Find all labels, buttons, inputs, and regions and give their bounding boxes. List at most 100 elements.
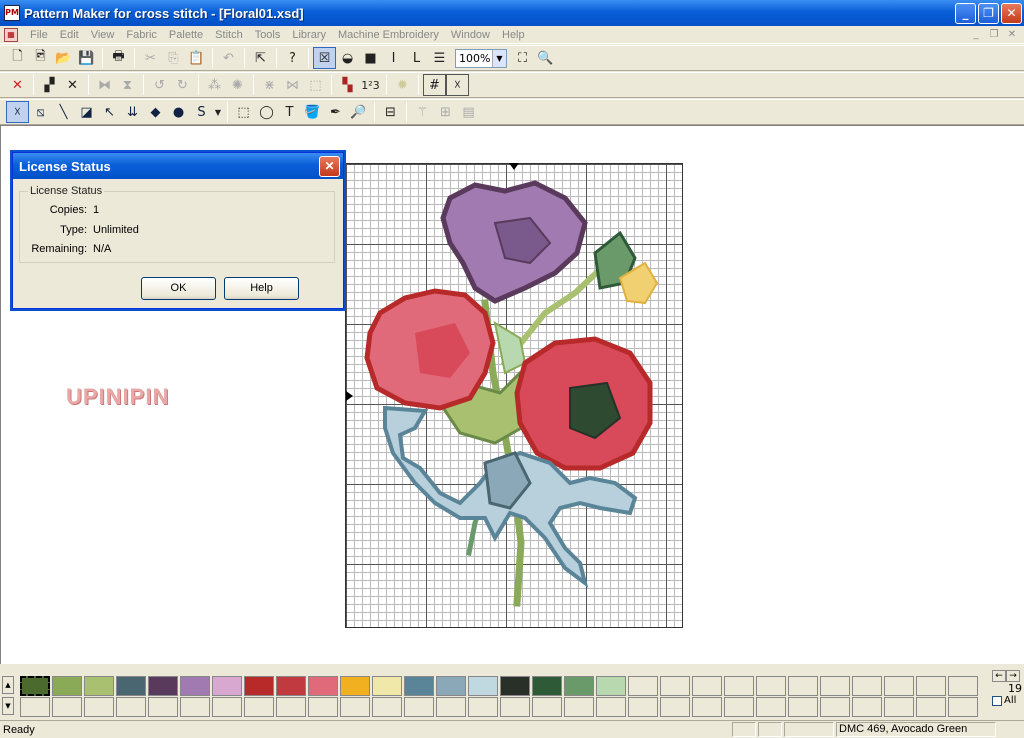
save-icon[interactable]: 💾 — [75, 47, 98, 69]
menu-machine-embroidery[interactable]: Machine Embroidery — [332, 29, 445, 41]
palette-swatch[interactable] — [340, 676, 370, 696]
open-folder-icon[interactable]: 📂 — [52, 47, 75, 69]
palette-swatch[interactable] — [116, 676, 146, 696]
palette-swatch[interactable] — [436, 676, 466, 696]
new-from-image-icon[interactable]: 🖻 — [29, 47, 52, 69]
bead-icon[interactable]: ● — [167, 101, 190, 123]
layers-icon[interactable]: ▤ — [457, 101, 480, 123]
fill-bucket-icon[interactable]: 🪣 — [301, 101, 324, 123]
empty-swatch[interactable] — [628, 676, 658, 696]
outline-icon[interactable]: ⁂ — [203, 74, 226, 96]
list-view-icon[interactable]: ☰ — [428, 47, 451, 69]
empty-swatch[interactable] — [884, 697, 914, 717]
all-checkbox[interactable] — [992, 695, 1002, 706]
empty-swatch[interactable] — [500, 697, 530, 717]
doc-restore-button[interactable]: ❐ — [986, 28, 1002, 42]
empty-swatch[interactable] — [20, 697, 50, 717]
empty-swatch[interactable] — [724, 676, 754, 696]
doc-minimize-button[interactable]: _ — [968, 28, 984, 42]
petite-icon[interactable]: ◆ — [144, 101, 167, 123]
minimize-button[interactable]: _ — [955, 2, 976, 24]
empty-swatch[interactable] — [436, 697, 466, 717]
empty-swatch[interactable] — [724, 697, 754, 717]
palette-swatch[interactable] — [180, 676, 210, 696]
empty-swatch[interactable] — [916, 697, 946, 717]
select-box-icon[interactable]: ⬚ — [304, 74, 327, 96]
menu-window[interactable]: Window — [445, 29, 496, 41]
highlight-icon[interactable]: ✹ — [391, 74, 414, 96]
empty-swatch[interactable] — [628, 697, 658, 717]
three-quarter-stitch-icon[interactable]: ⧅ — [29, 101, 52, 123]
menu-library[interactable]: Library — [286, 29, 332, 41]
line-height-icon[interactable]: L — [405, 47, 428, 69]
palette-swatch[interactable] — [468, 676, 498, 696]
empty-swatch[interactable] — [180, 697, 210, 717]
stitch-replace-icon[interactable]: ✕ — [61, 74, 84, 96]
palette-scroll-up-icon[interactable]: ▲ — [2, 676, 14, 694]
delete-icon[interactable]: ✕ — [6, 74, 29, 96]
palette-swatch[interactable] — [532, 676, 562, 696]
menu-stitch[interactable]: Stitch — [209, 29, 249, 41]
ok-button[interactable]: OK — [141, 277, 216, 300]
rotate-right-icon[interactable]: ↻ — [171, 74, 194, 96]
rotate-left-icon[interactable]: ↺ — [148, 74, 171, 96]
zoom-search-icon[interactable]: 🔍 — [534, 47, 557, 69]
empty-swatch[interactable] — [820, 676, 850, 696]
menu-view[interactable]: View — [85, 29, 121, 41]
palette-swatch[interactable] — [148, 676, 178, 696]
zoom-select[interactable]: 100% ▼ — [455, 48, 507, 68]
menu-edit[interactable]: Edit — [54, 29, 85, 41]
chevron-down-icon[interactable]: ▼ — [492, 49, 506, 67]
dialog-close-button[interactable]: ✕ — [319, 155, 340, 177]
undo-icon[interactable]: ↶ — [217, 47, 240, 69]
empty-swatch[interactable] — [116, 697, 146, 717]
color-replace-icon[interactable]: ▞ — [38, 74, 61, 96]
empty-swatch[interactable] — [820, 697, 850, 717]
symbol-view-icon[interactable]: ◒ — [336, 47, 359, 69]
wand-icon[interactable]: ⚚ — [411, 101, 434, 123]
empty-swatch[interactable] — [404, 697, 434, 717]
grid-icon[interactable]: # — [423, 74, 446, 96]
crop-icon[interactable]: ⋇ — [258, 74, 281, 96]
palette-swatch[interactable] — [404, 676, 434, 696]
palette-swatch[interactable] — [500, 676, 530, 696]
half-stitch-icon[interactable]: ╲ — [52, 101, 75, 123]
menu-tools[interactable]: Tools — [249, 29, 287, 41]
new-file-icon[interactable]: 🗋 — [6, 47, 29, 69]
cross-stitch-toggle-icon[interactable]: ☓ — [446, 74, 469, 96]
empty-swatch[interactable] — [148, 697, 178, 717]
empty-swatch[interactable] — [948, 697, 978, 717]
long-stitch-icon[interactable]: ⇊ — [121, 101, 144, 123]
empty-swatch[interactable] — [852, 676, 882, 696]
mirror-horizontal-icon[interactable]: ⧓ — [93, 74, 116, 96]
empty-swatch[interactable] — [212, 697, 242, 717]
palette-swatch[interactable] — [244, 676, 274, 696]
full-stitch-icon[interactable]: ☓ — [6, 101, 29, 123]
empty-swatch[interactable] — [564, 697, 594, 717]
empty-swatch[interactable] — [532, 697, 562, 717]
chevron-down-icon[interactable]: ▼ — [213, 101, 223, 123]
palette-colors-icon[interactable]: ▚ — [336, 74, 359, 96]
print-icon[interactable]: 🖶 — [107, 47, 130, 69]
empty-swatch[interactable] — [308, 697, 338, 717]
empty-swatch[interactable] — [372, 697, 402, 717]
copy-icon[interactable]: ⎘ — [162, 47, 185, 69]
palette-swatch[interactable] — [20, 676, 50, 696]
palette-swatch[interactable] — [212, 676, 242, 696]
empty-swatch[interactable] — [884, 676, 914, 696]
close-button[interactable]: ✕ — [1001, 2, 1022, 24]
empty-swatch[interactable] — [84, 697, 114, 717]
eyedropper-icon[interactable]: ✒ — [324, 101, 347, 123]
palette-swatch[interactable] — [372, 676, 402, 696]
zoom-fit-icon[interactable]: ⛶ — [511, 47, 534, 69]
empty-swatch[interactable] — [52, 697, 82, 717]
maximize-button[interactable]: ❐ — [978, 2, 999, 24]
palette-swatch[interactable] — [596, 676, 626, 696]
empty-swatch[interactable] — [756, 676, 786, 696]
pointer-icon[interactable]: ⇱ — [249, 47, 272, 69]
menu-palette[interactable]: Palette — [163, 29, 209, 41]
help-button[interactable]: Help — [224, 277, 299, 300]
document-icon[interactable]: ▦ — [4, 27, 18, 42]
cross-view-icon[interactable]: ☒ — [313, 47, 336, 69]
empty-swatch[interactable] — [596, 697, 626, 717]
